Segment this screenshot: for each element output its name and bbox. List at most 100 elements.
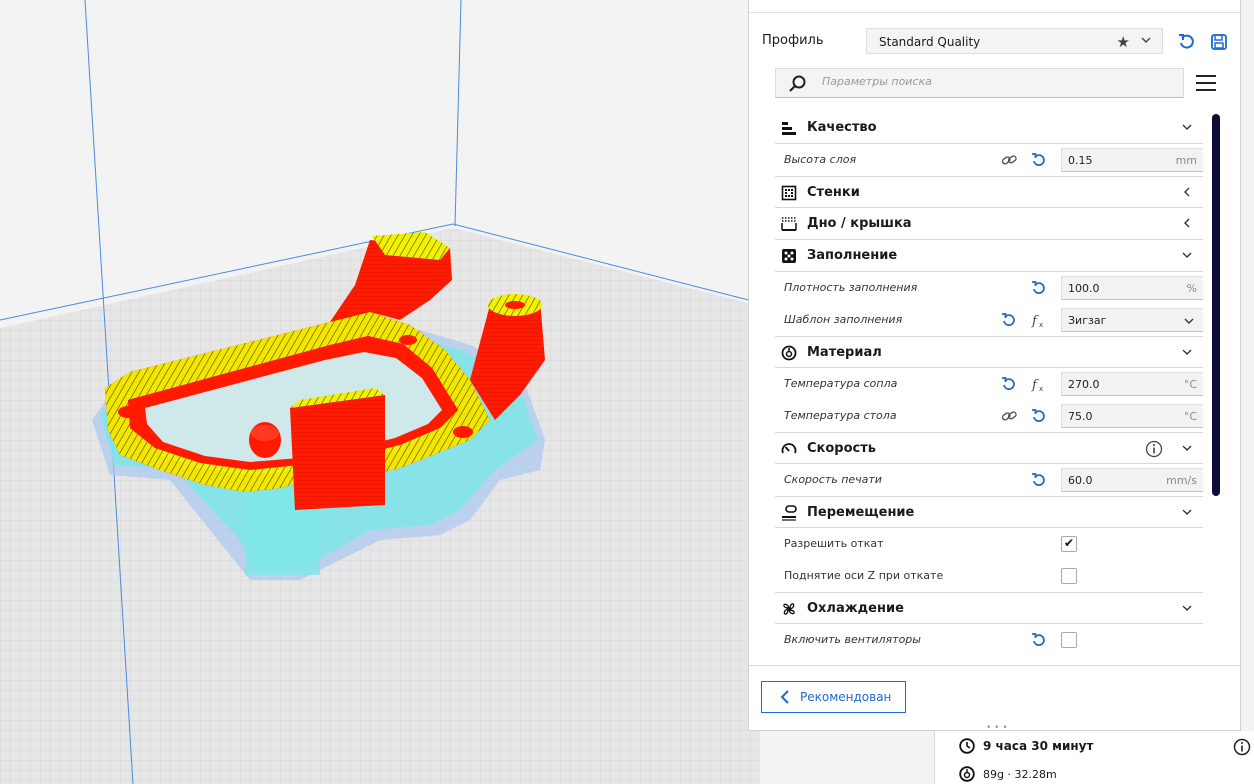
field-unit: °C <box>1183 410 1197 423</box>
chevron-down-icon <box>1182 349 1192 355</box>
setting-nozzle-temp: Температура сопла fx 270.0 °C <box>775 368 1203 400</box>
svg-text:f: f <box>1031 378 1039 392</box>
setting-label: Высота слоя <box>784 153 857 166</box>
material-icon <box>781 345 797 361</box>
layer-height-field[interactable]: 0.15 mm <box>1061 148 1203 172</box>
walls-icon <box>781 185 797 201</box>
category-walls[interactable]: Стенки <box>775 176 1203 208</box>
setting-label: Плотность заполнения <box>784 281 918 294</box>
reset-icon[interactable] <box>1001 312 1017 328</box>
reset-icon[interactable] <box>1177 32 1197 52</box>
reset-icon[interactable] <box>1031 152 1047 168</box>
layers-icon <box>782 122 796 135</box>
chevron-left-icon <box>1184 218 1190 228</box>
search-box[interactable] <box>775 68 1184 98</box>
reset-icon[interactable] <box>1031 632 1047 648</box>
infill-icon <box>782 249 796 263</box>
category-quality[interactable]: Качество <box>775 112 1203 144</box>
setting-z-hop: Поднятие оси Z при откате <box>775 560 1203 592</box>
field-unit: °C <box>1183 378 1197 391</box>
profile-value: Standard Quality <box>879 35 981 49</box>
enable-fans-checkbox[interactable] <box>1061 632 1077 648</box>
setting-layer-height: Высота слоя 0.15 mm <box>775 144 1203 176</box>
hamburger-icon[interactable] <box>1195 72 1217 94</box>
field-value: 75.0 <box>1068 410 1093 423</box>
category-label: Перемещение <box>807 505 915 520</box>
chevron-down-icon <box>1182 445 1192 451</box>
svg-text:x: x <box>1039 321 1043 328</box>
setting-label: Температура сопла <box>784 377 898 390</box>
link-icon[interactable] <box>1001 408 1017 424</box>
function-icon[interactable]: fx <box>1031 376 1047 392</box>
reset-icon[interactable] <box>1031 408 1047 424</box>
field-value: 270.0 <box>1068 378 1100 391</box>
field-unit: mm <box>1175 154 1197 167</box>
category-label: Стенки <box>807 185 860 200</box>
svg-text:f: f <box>1031 314 1039 328</box>
setting-infill-pattern: Шаблон заполнения fx Зигзаг <box>775 304 1203 336</box>
save-icon[interactable] <box>1209 32 1229 52</box>
function-icon[interactable]: fx <box>1031 312 1047 328</box>
profile-dropdown[interactable]: Standard Quality ★ <box>866 28 1163 54</box>
chevron-down-icon <box>1182 124 1192 130</box>
print-speed-field[interactable]: 60.0 mm/s <box>1061 468 1203 492</box>
infill-pattern-dropdown[interactable]: Зигзаг <box>1061 308 1203 332</box>
category-cooling[interactable]: Охлаждение <box>775 592 1203 624</box>
setting-retraction: Разрешить откат ✔ <box>775 528 1203 560</box>
top-bottom-icon <box>781 217 797 231</box>
chevron-left-icon <box>780 690 789 704</box>
chevron-down-icon <box>1141 37 1151 43</box>
info-icon[interactable] <box>1233 738 1251 756</box>
category-infill[interactable]: Заполнение <box>775 240 1203 272</box>
divider <box>749 665 1240 666</box>
travel-icon <box>782 505 797 521</box>
check-icon: ✔ <box>1064 536 1075 550</box>
speedometer-icon <box>781 443 797 454</box>
settings-list[interactable]: Качество Высота слоя 0.15 mm Стенки Дно … <box>775 112 1203 656</box>
settings-scrollbar[interactable] <box>1212 114 1220 496</box>
category-travel[interactable]: Перемещение <box>775 496 1203 528</box>
field-value: 0.15 <box>1068 154 1093 167</box>
fan-icon <box>783 603 795 615</box>
reset-icon[interactable] <box>1001 376 1017 392</box>
link-icon[interactable] <box>1001 152 1017 168</box>
setting-enable-fans: Включить вентиляторы <box>775 624 1203 656</box>
chevron-down-icon <box>1182 605 1192 611</box>
panel-header-strip <box>749 0 1240 13</box>
profile-label: Профиль <box>762 33 824 48</box>
reset-icon[interactable] <box>1031 280 1047 296</box>
search-input[interactable] <box>820 74 1164 89</box>
setting-label: Поднятие оси Z при откате <box>784 569 944 582</box>
category-label: Скорость <box>807 441 876 456</box>
search-icon <box>789 75 806 92</box>
setting-label: Шаблон заполнения <box>784 313 903 326</box>
category-label: Качество <box>807 120 877 135</box>
svg-text:x: x <box>1039 385 1043 392</box>
info-icon[interactable] <box>1145 440 1163 458</box>
chevron-down-icon <box>1184 318 1194 324</box>
reset-icon[interactable] <box>1031 472 1047 488</box>
category-label: Заполнение <box>807 248 898 263</box>
category-material[interactable]: Материал <box>775 336 1203 368</box>
chevron-left-icon <box>1184 187 1190 197</box>
bed-temp-field[interactable]: 75.0 °C <box>1061 404 1203 428</box>
setting-label: Скорость печати <box>784 473 882 486</box>
setting-label: Температура стола <box>784 409 897 422</box>
setting-print-speed: Скорость печати 60.0 mm/s <box>775 464 1203 496</box>
category-label: Материал <box>807 345 882 360</box>
spool-icon <box>959 766 975 782</box>
recommended-button[interactable]: Рекомендован <box>761 681 906 713</box>
nozzle-temp-field[interactable]: 270.0 °C <box>1061 372 1203 396</box>
star-icon[interactable]: ★ <box>1117 33 1130 51</box>
recommended-button-label: Рекомендован <box>800 690 892 704</box>
clock-icon <box>959 738 975 754</box>
z-hop-checkbox[interactable] <box>1061 568 1077 584</box>
setting-bed-temp: Температура стола 75.0 °C <box>775 400 1203 432</box>
setting-label: Разрешить откат <box>784 537 884 550</box>
category-speed[interactable]: Скорость <box>775 432 1203 464</box>
retraction-checkbox[interactable]: ✔ <box>1061 536 1077 552</box>
category-bottom-top[interactable]: Дно / крышка <box>775 208 1203 240</box>
setting-label: Включить вентиляторы <box>784 633 921 646</box>
chevron-down-icon <box>1182 509 1192 515</box>
infill-density-field[interactable]: 100.0 % <box>1061 276 1203 300</box>
